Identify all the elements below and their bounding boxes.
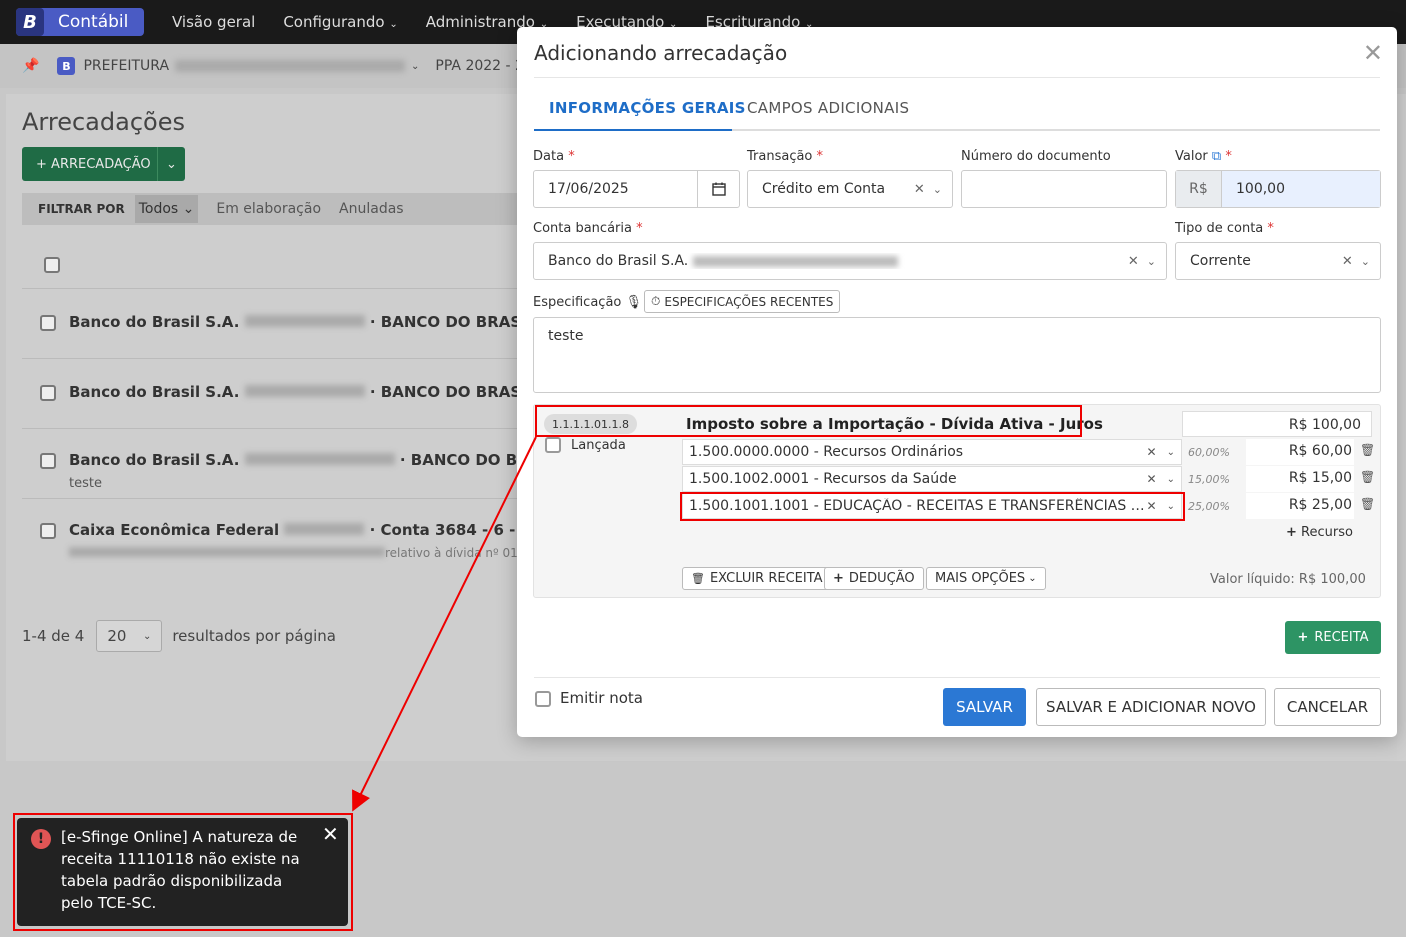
error-toast: ! [e-Sfinge Online] A natureza de receit… [17,818,348,926]
error-icon: ! [31,829,51,849]
toast-message: [e-Sfinge Online] A natureza de receita … [61,828,300,912]
annotation-arrow [352,436,537,812]
close-icon[interactable]: ✕ [322,822,339,846]
